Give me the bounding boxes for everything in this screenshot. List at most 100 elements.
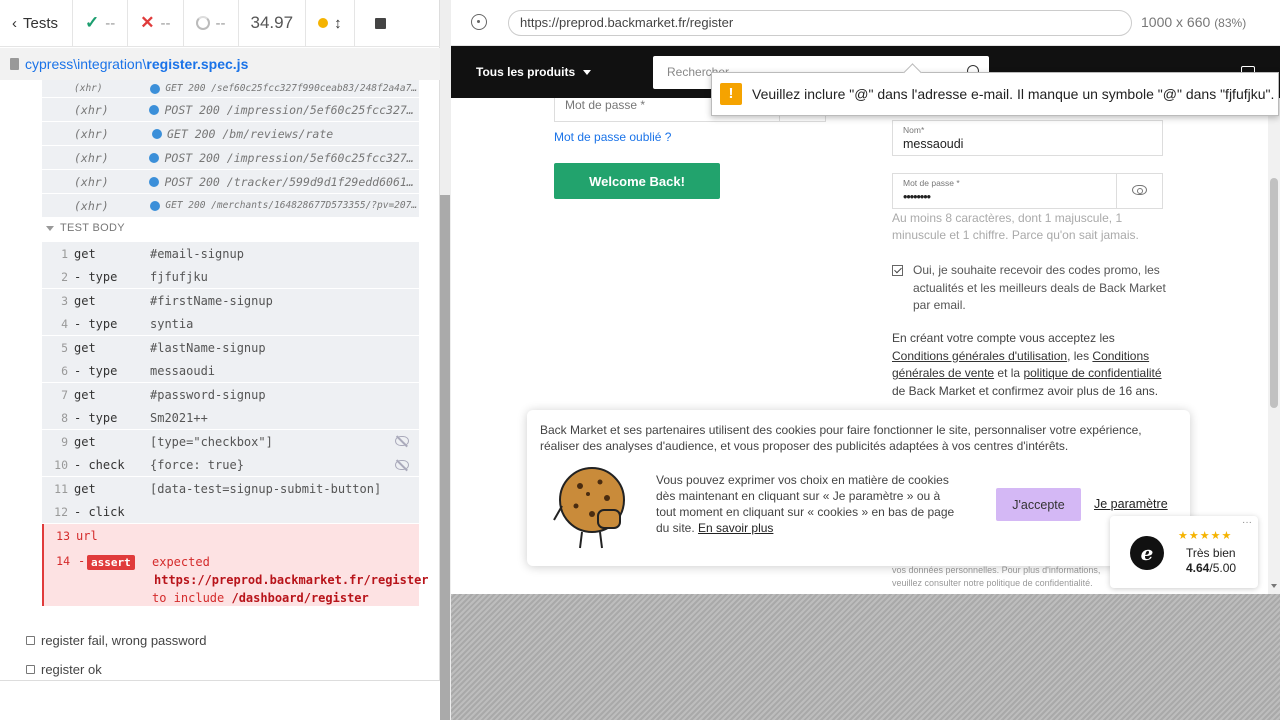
tests-button[interactable]: ‹ Tests <box>0 0 74 47</box>
cookie-banner: Back Market et ses partenaires utilisent… <box>527 410 1190 566</box>
command-row[interactable]: 8 - type Sm2021++ <box>42 406 419 430</box>
command-row-failed[interactable]: 13 url <box>42 524 419 548</box>
xhr-row[interactable]: (xhr) GET 200 /bm/reviews/rate <box>42 122 419 146</box>
privacy-link[interactable]: politique de confidentialité <box>1023 366 1161 380</box>
cgu-link[interactable]: Conditions générales d'utilisation <box>892 349 1067 363</box>
eye-slash-icon[interactable] <box>395 436 409 446</box>
aut-header: https://preprod.backmarket.fr/register 1… <box>451 0 1280 46</box>
command-row[interactable]: 12 - click <box>42 500 419 524</box>
test-status-icon <box>26 636 35 645</box>
collapse-icon <box>46 225 54 231</box>
newsletter-checkbox[interactable] <box>892 265 903 276</box>
show-password-button[interactable] <box>1116 174 1162 208</box>
password-field[interactable]: Mot de passe * •••••••• <box>892 173 1163 209</box>
up-down-arrows-icon: ↕ <box>334 14 342 32</box>
failed-count: ✕ -- <box>128 0 184 47</box>
assert-failure[interactable]: 14 - assert expected https://preprod.bac… <box>42 547 429 606</box>
products-menu[interactable]: Tous les produits <box>476 65 592 79</box>
auto-scroll-toggle[interactable]: ↕ <box>306 0 355 47</box>
test-body-header[interactable]: TEST BODY <box>46 222 125 234</box>
spec-path: cypress\integration\register.spec.js <box>25 56 249 72</box>
test-list: register fail, wrong password register o… <box>26 626 206 680</box>
page-scrollbar[interactable] <box>1268 98 1280 594</box>
xhr-log: (xhr) GET 200 /sef60c25fcc327f990ceab83/2… <box>42 80 419 218</box>
xhr-status-dot <box>150 83 161 94</box>
duration: 34.97 <box>239 0 307 47</box>
eye-slash-icon[interactable] <box>395 459 409 470</box>
more-icon[interactable]: ··· <box>1242 517 1252 528</box>
learn-more-link[interactable]: En savoir plus <box>698 521 773 535</box>
command-row[interactable]: 10 - check {force: true} <box>42 453 419 477</box>
viewport-padding <box>451 594 1280 720</box>
xhr-status-dot <box>149 152 160 163</box>
rating-label: Très bien <box>1186 546 1236 560</box>
lastname-field[interactable]: Nom* messaoudi <box>892 120 1163 156</box>
viewport-info[interactable]: 1000 x 660 (83%) <box>1141 14 1246 30</box>
command-row[interactable]: 1 get #email-signup <box>42 242 419 266</box>
test-item[interactable]: register ok <box>26 655 206 680</box>
test-item[interactable]: register fail, wrong password <box>26 626 206 655</box>
command-row[interactable]: 11 get [data-test=signup-submit-button] <box>42 477 419 501</box>
command-row[interactable]: 7 get #password-signup <box>42 383 419 407</box>
newsletter-optin[interactable]: Oui, je souhaite recevoir des codes prom… <box>892 262 1172 315</box>
terms-text: En créant votre compte vous acceptez les… <box>892 331 1162 398</box>
forgot-password-link[interactable]: Mot de passe oublié ? <box>554 130 671 144</box>
command-row[interactable]: 3 get #firstName-signup <box>42 289 419 313</box>
accept-cookies-button[interactable]: J'accepte <box>996 488 1081 521</box>
xhr-row[interactable]: (xhr) POST 200 /tracker/599d9d1f29edd6061… <box>42 170 419 194</box>
rating-stars: ★★★★★ <box>1178 530 1233 542</box>
reporter-scrollbar[interactable] <box>440 195 450 720</box>
validation-tooltip: ! Veuillez inclure "@" dans l'adresse e-… <box>711 72 1279 116</box>
reporter-header: ‹ Tests ✓ -- ✕ -- -- 34.97 ↕ <box>0 0 440 47</box>
xhr-row[interactable]: (xhr) POST 200 /impression/5ef60c25fcc327… <box>42 146 419 170</box>
check-icon: ✓ <box>85 13 100 32</box>
cookie-settings-link[interactable]: Je paramètre <box>1094 497 1168 511</box>
cookie-mascot-icon <box>553 467 625 549</box>
x-icon: ✕ <box>140 13 155 32</box>
scroll-thumb[interactable] <box>1270 178 1278 408</box>
stop-icon <box>374 17 386 29</box>
xhr-row[interactable]: (xhr) GET 200 /sef60c25fcc327f990ceab83/2… <box>42 80 419 98</box>
command-row[interactable]: 6 - type messaoudi <box>42 359 419 383</box>
command-row[interactable]: 9 get [type="checkbox"] <box>42 430 419 454</box>
xhr-row[interactable]: (xhr) GET 200 /merchants/164828677D573355… <box>42 194 419 218</box>
tests-label: Tests <box>23 14 59 32</box>
pending-value: -- <box>215 14 226 32</box>
pending-icon <box>195 16 210 30</box>
scroll-down-icon[interactable] <box>1271 584 1277 588</box>
passed-value: -- <box>105 14 116 32</box>
cookie-choice-text: Vous pouvez exprimer vos choix en matièr… <box>656 473 955 535</box>
file-icon <box>10 58 19 70</box>
command-log: 1 get #email-signup 2 - type fjfufjku 3 get #… <box>42 242 429 606</box>
failed-value: -- <box>160 14 171 32</box>
reporter-footer <box>0 680 440 720</box>
eye-icon <box>1132 185 1147 195</box>
command-row[interactable]: 4 - type syntia <box>42 312 419 336</box>
privacy-note: vos données personnelles. Pour plus d'in… <box>892 565 1101 588</box>
cookie-intro: Back Market et ses partenaires utilisent… <box>540 423 1142 453</box>
command-row[interactable]: 2 - type fjfufjku <box>42 265 419 289</box>
aut-url: https://preprod.backmarket.fr/register <box>508 10 1132 36</box>
trustedshops-logo-icon: e <box>1130 536 1164 570</box>
xhr-status-dot <box>149 104 160 115</box>
selector-playground-icon[interactable] <box>471 14 487 30</box>
app-frame: Tous les produits Rechercher Mot de pass… <box>451 46 1280 594</box>
xhr-status-dot <box>152 128 162 139</box>
spec-file-bar[interactable]: cypress\integration\register.spec.js <box>0 48 440 80</box>
password-hint: Au moins 8 caractères, dont 1 majuscule,… <box>892 211 1139 242</box>
trusted-shops-badge[interactable]: ··· e ★★★★★ Très bien 4.64/5.00 <box>1110 516 1258 588</box>
chevron-left-icon: ‹ <box>12 14 17 32</box>
test-status-icon <box>26 665 35 674</box>
stop-button[interactable] <box>355 0 398 47</box>
login-submit-button[interactable]: Welcome Back! <box>554 163 720 199</box>
rating-score: 4.64/5.00 <box>1186 561 1237 575</box>
cypress-reporter: ‹ Tests ✓ -- ✕ -- -- 34.97 ↕ cypress\int… <box>0 0 440 720</box>
xhr-row[interactable]: (xhr) POST 200 /impression/5ef60c25fcc327… <box>42 98 419 122</box>
xhr-status-dot <box>150 200 161 211</box>
assert-badge: assert <box>87 554 135 570</box>
caret-down-icon <box>583 69 592 75</box>
passed-count: ✓ -- <box>73 0 129 47</box>
command-row[interactable]: 5 get #lastName-signup <box>42 336 419 360</box>
pending-count: -- <box>184 0 239 47</box>
xhr-status-dot <box>149 176 160 187</box>
